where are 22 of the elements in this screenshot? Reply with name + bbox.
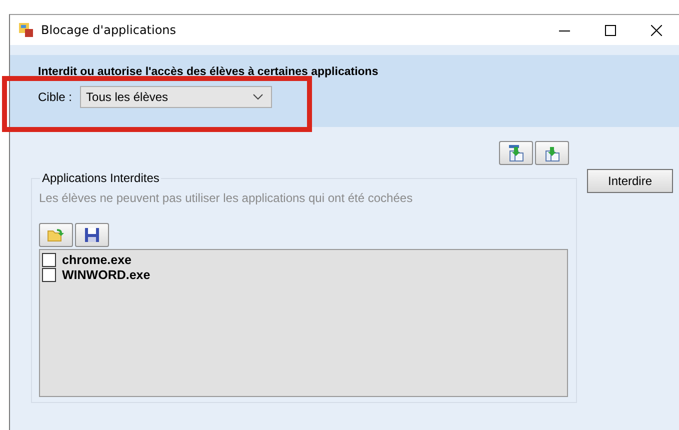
checkbox[interactable]: [42, 268, 56, 282]
folder-icon: [47, 227, 65, 243]
application-name[interactable]: chrome.exe: [62, 252, 132, 266]
app-icon: [18, 22, 34, 38]
copy-arrow-icon: [543, 144, 561, 162]
chevron-down-icon: [253, 94, 264, 100]
group-hint: Les élèves ne peuvent pas utiliser les applications qui ont été cochées: [39, 191, 414, 205]
target-dropdown[interactable]: Tous les élèves: [80, 86, 272, 108]
maximize-icon: [604, 24, 616, 36]
copy-button[interactable]: [535, 141, 569, 165]
application-name[interactable]: WINWORD.exe: [62, 268, 150, 282]
forbid-button[interactable]: Interdire: [587, 169, 673, 193]
group-title: Applications Interdites: [41, 171, 160, 185]
import-button[interactable]: [499, 141, 533, 165]
document-arrow-icon: [507, 144, 525, 162]
header-text: Interdit ou autorise l'accès des élèves à certaines applications: [38, 66, 380, 78]
save-button[interactable]: [75, 223, 109, 247]
close-icon: [650, 24, 662, 36]
target-label: Cible :: [38, 90, 72, 104]
open-button[interactable]: [39, 223, 73, 247]
window-title: Blocage d'applications: [41, 23, 178, 37]
checkbox[interactable]: [42, 252, 56, 266]
